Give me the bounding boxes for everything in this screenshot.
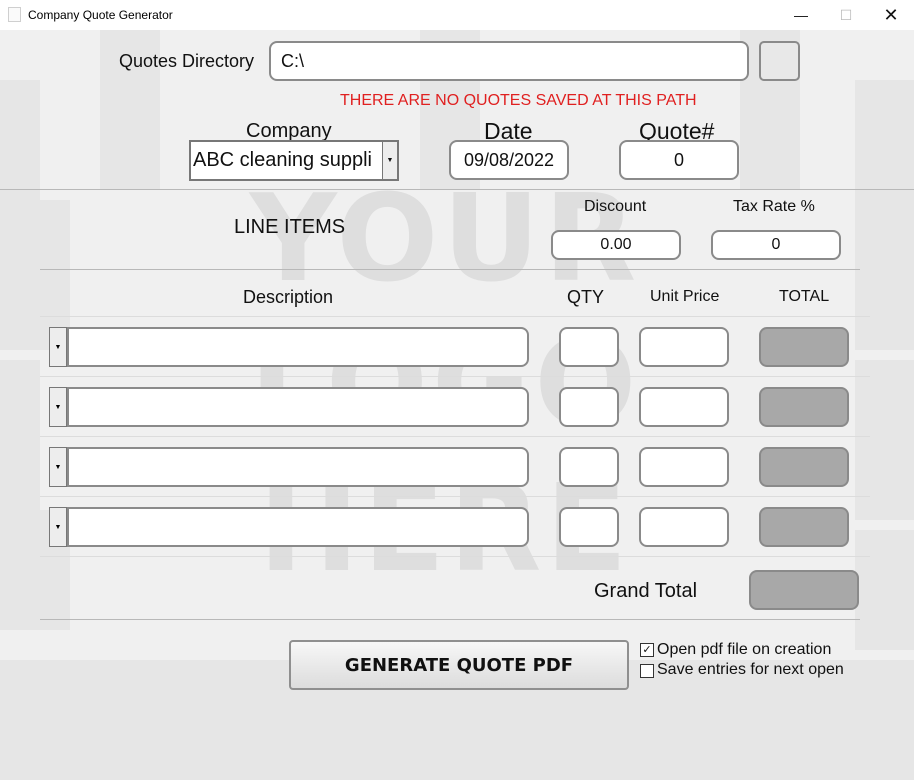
window-title: Company Quote Generator bbox=[28, 8, 173, 22]
save-entries-checkbox[interactable] bbox=[640, 664, 654, 678]
divider bbox=[40, 269, 860, 270]
minimize-button[interactable]: — bbox=[778, 0, 824, 30]
browse-button[interactable] bbox=[759, 41, 800, 81]
open-pdf-checkbox[interactable]: ✓ bbox=[640, 643, 654, 657]
line-total-field bbox=[759, 507, 849, 547]
description-input[interactable] bbox=[67, 327, 529, 367]
row-divider bbox=[40, 556, 870, 557]
unit-price-input[interactable] bbox=[639, 387, 729, 427]
chevron-down-icon[interactable]: ▼ bbox=[49, 327, 67, 367]
grand-total-field bbox=[749, 570, 859, 610]
discount-input[interactable]: 0.00 bbox=[551, 230, 681, 260]
grand-total-label: Grand Total bbox=[594, 580, 698, 602]
qty-column-header: QTY bbox=[567, 287, 605, 307]
line-total-field bbox=[759, 387, 849, 427]
row-divider bbox=[40, 316, 870, 317]
maximize-icon: ☐ bbox=[839, 6, 853, 23]
chevron-down-icon[interactable]: ▼ bbox=[49, 507, 67, 547]
chevron-down-icon[interactable]: ▼ bbox=[49, 447, 67, 487]
discount-label: Discount bbox=[584, 198, 647, 215]
description-input[interactable] bbox=[67, 507, 529, 547]
qty-input[interactable] bbox=[559, 387, 619, 427]
maximize-button[interactable]: ☐ bbox=[823, 0, 869, 30]
unit-price-column-header: Unit Price bbox=[650, 288, 720, 305]
line-total-field bbox=[759, 447, 849, 487]
company-combo[interactable]: ABC cleaning suppli ▼ bbox=[189, 140, 399, 181]
company-value: ABC cleaning suppli bbox=[193, 149, 372, 171]
unit-price-input[interactable] bbox=[639, 447, 729, 487]
quotes-directory-input[interactable]: C:\ bbox=[269, 41, 749, 81]
quote-number-input[interactable]: 0 bbox=[619, 140, 739, 180]
close-button[interactable]: ✕ bbox=[868, 0, 914, 30]
line-items-title: LINE ITEMS bbox=[234, 216, 346, 238]
quotes-directory-label: Quotes Directory bbox=[119, 51, 255, 71]
line-total-field bbox=[759, 327, 849, 367]
open-pdf-label: Open pdf file on creation bbox=[657, 641, 832, 658]
row-divider bbox=[40, 496, 870, 497]
close-icon: ✕ bbox=[883, 4, 899, 25]
app-icon bbox=[8, 7, 21, 22]
qty-input[interactable] bbox=[559, 327, 619, 367]
total-column-header: TOTAL bbox=[779, 288, 830, 305]
tax-rate-input[interactable]: 0 bbox=[711, 230, 841, 260]
divider bbox=[0, 189, 914, 190]
unit-price-input[interactable] bbox=[639, 507, 729, 547]
no-quotes-warning: THERE ARE NO QUOTES SAVED AT THIS PATH bbox=[340, 92, 697, 109]
main-panel: YOUR LOGO HERE Quotes Directory C:\ THER… bbox=[0, 30, 914, 780]
title-bar: Company Quote Generator — ☐ ✕ bbox=[0, 0, 914, 30]
date-input[interactable]: 09/08/2022 bbox=[449, 140, 569, 180]
unit-price-input[interactable] bbox=[639, 327, 729, 367]
save-entries-label: Save entries for next open bbox=[657, 661, 844, 678]
row-divider bbox=[40, 376, 870, 377]
minimize-icon: — bbox=[794, 7, 808, 23]
chevron-down-icon[interactable]: ▼ bbox=[49, 387, 67, 427]
description-input[interactable] bbox=[67, 447, 529, 487]
row-divider bbox=[40, 436, 870, 437]
qty-input[interactable] bbox=[559, 507, 619, 547]
chevron-down-icon[interactable]: ▼ bbox=[382, 142, 397, 179]
description-input[interactable] bbox=[67, 387, 529, 427]
qty-input[interactable] bbox=[559, 447, 619, 487]
generate-quote-pdf-button[interactable]: GENERATE QUOTE PDF bbox=[289, 640, 629, 690]
tax-rate-label: Tax Rate % bbox=[733, 198, 815, 215]
divider bbox=[40, 619, 860, 620]
description-column-header: Description bbox=[243, 287, 334, 307]
